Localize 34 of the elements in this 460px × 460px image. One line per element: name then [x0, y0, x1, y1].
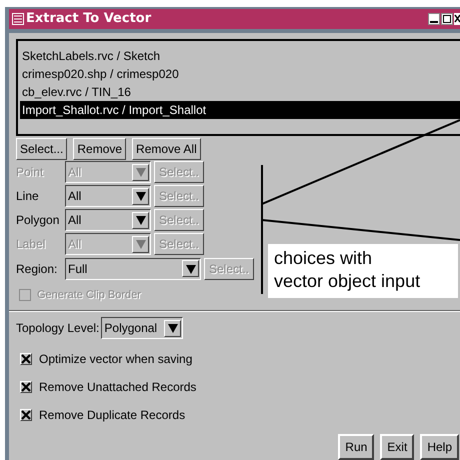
close-icon[interactable] [454, 13, 460, 25]
field-label: Topology Level: [16, 320, 100, 337]
field-label: Region: [16, 260, 58, 278]
list-button[interactable]: Remove [73, 138, 126, 160]
checkbox-label: Remove Unattached Records [39, 379, 196, 396]
field-label: Label [16, 236, 46, 253]
minimize-icon[interactable] [428, 13, 440, 25]
list-item[interactable]: cb_elev.rvc / TIN_16 [20, 82, 460, 100]
checkbox-label: Remove Duplicate Records [39, 407, 186, 424]
list-item[interactable]: SketchLabels.rvc / Sketch [20, 46, 460, 64]
maximize-icon[interactable] [441, 13, 453, 25]
callout-text: vector object input [274, 270, 420, 293]
list-button[interactable]: Remove All [132, 138, 201, 160]
object-dropdown[interactable]: All [65, 185, 151, 207]
list-button[interactable]: Select... [16, 138, 68, 160]
field-label: Polygon [16, 212, 60, 229]
window-menu-icon[interactable] [12, 13, 24, 25]
callout-text: choices with [274, 247, 372, 270]
checkbox-label: Generate Clip Border [37, 288, 141, 302]
checkbox[interactable] [20, 409, 32, 421]
region-dropdown[interactable]: Full [65, 258, 201, 280]
checkbox[interactable] [20, 381, 32, 393]
object-dropdown[interactable]: All [65, 209, 151, 231]
checkbox[interactable] [20, 353, 32, 365]
action-button[interactable]: Run [338, 434, 374, 460]
action-button[interactable]: Exit [380, 434, 414, 460]
window-title: Extract To Vector [26, 10, 152, 28]
field-label: Point [16, 164, 44, 181]
list-item[interactable]: Import_Shallot.rvc / Import_Shallot [20, 100, 460, 118]
topology-dropdown[interactable]: Polygonal [101, 317, 184, 339]
list-item[interactable]: crimesp020.shp / crimesp020 [20, 64, 460, 82]
action-button[interactable]: Help [420, 434, 459, 460]
checkbox-label: Optimize vector when saving [39, 351, 192, 368]
field-label: Line [16, 188, 40, 205]
